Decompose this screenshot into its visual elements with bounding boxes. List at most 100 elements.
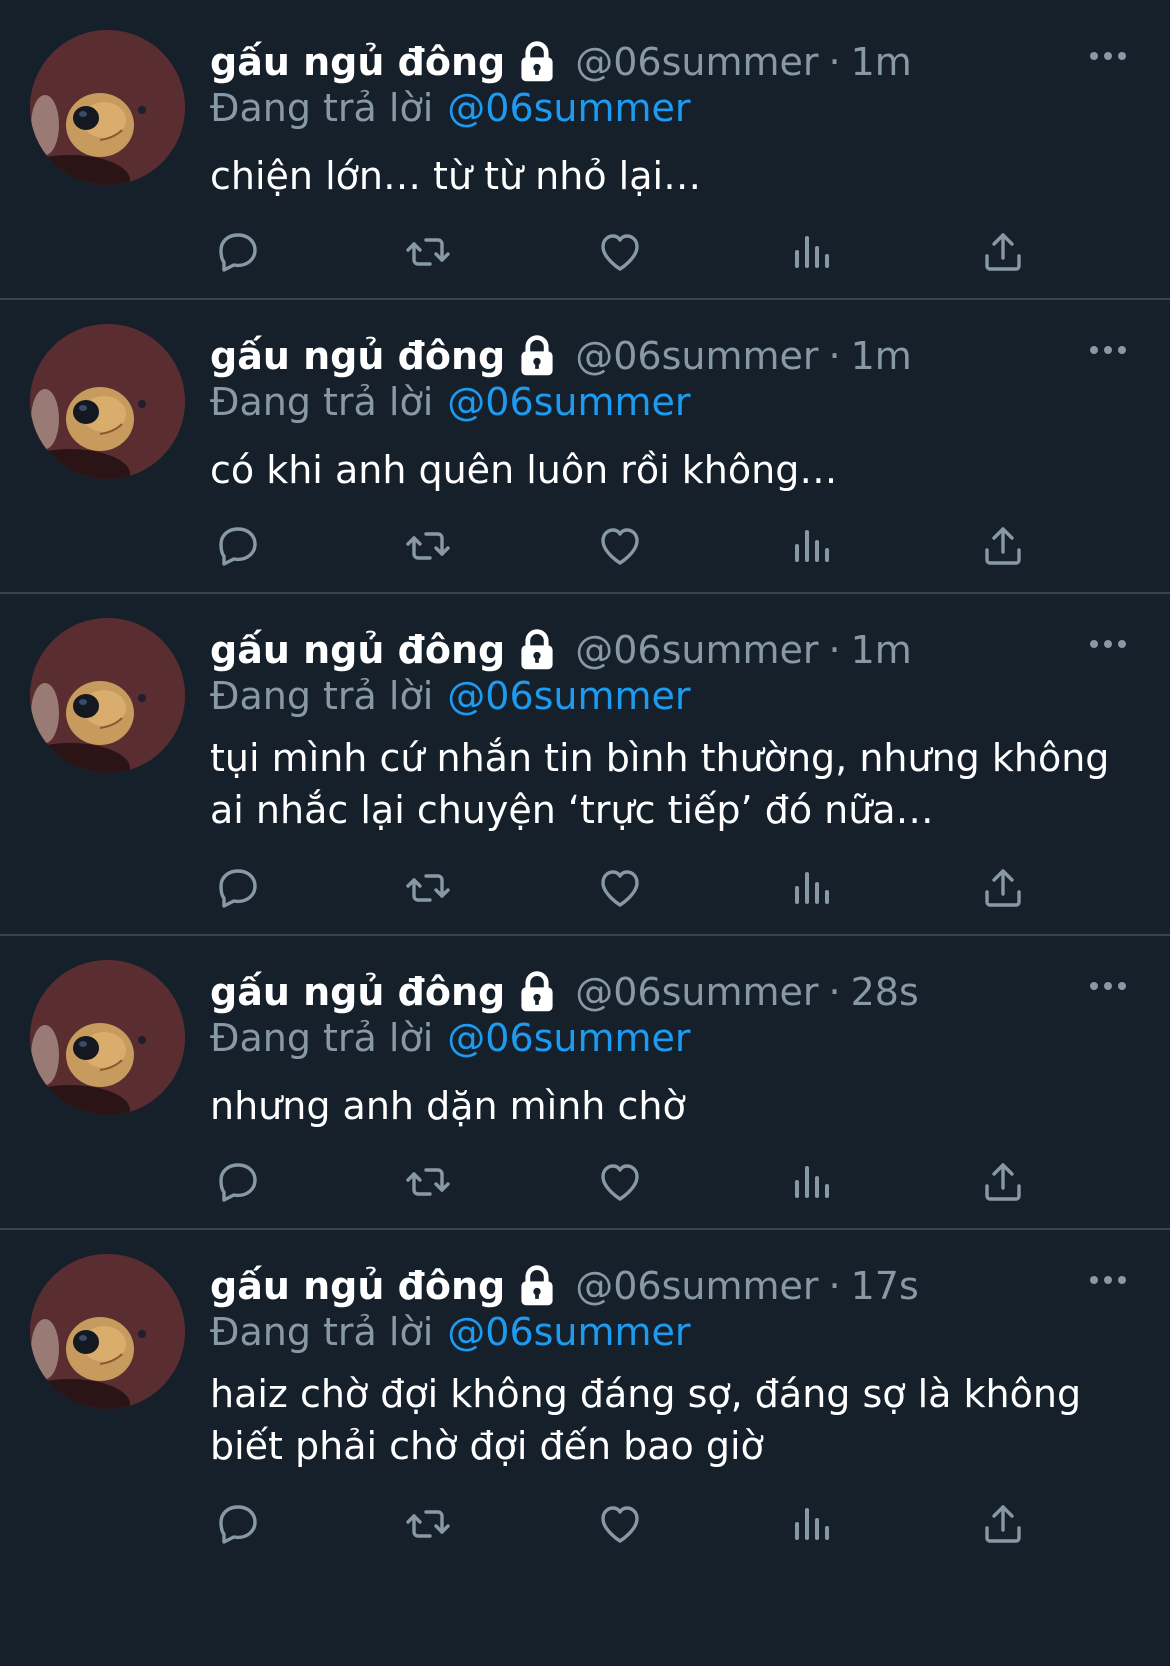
- share-button[interactable]: [975, 860, 1031, 916]
- bear-avatar-icon: [30, 618, 185, 773]
- tweet[interactable]: gấu ngủ đông @06summer · 28s Đang trả lờ…: [0, 936, 1170, 1230]
- heart-icon: [596, 228, 644, 276]
- views-button[interactable]: [783, 1154, 839, 1210]
- views-button[interactable]: [783, 860, 839, 916]
- tweet-header: gấu ngủ đông @06summer · 1m: [210, 34, 912, 90]
- tweet-text: nhưng anh dặn mình chờ: [210, 1084, 686, 1128]
- like-button[interactable]: [592, 518, 648, 574]
- like-button[interactable]: [592, 1154, 648, 1210]
- reply-to-link[interactable]: @06summer: [447, 86, 690, 130]
- reply-to-link[interactable]: @06summer: [447, 380, 690, 424]
- retweet-button[interactable]: [400, 1154, 456, 1210]
- tweet-text: haiz chờ đợi không đáng sợ, đáng sợ là k…: [210, 1372, 1082, 1468]
- lock-icon: [515, 334, 559, 378]
- tweet[interactable]: gấu ngủ đông @06summer · 1m Đang trả lời…: [0, 594, 1170, 936]
- lock-icon: [515, 628, 559, 672]
- reply-button[interactable]: [210, 1496, 266, 1552]
- reply-to-link[interactable]: @06summer: [447, 674, 690, 718]
- display-name[interactable]: gấu ngủ đông: [210, 970, 505, 1014]
- share-icon: [979, 228, 1027, 276]
- reply-button[interactable]: [210, 860, 266, 916]
- separator-dot: ·: [828, 1264, 841, 1308]
- reply-context: Đang trả lời @06summer: [210, 380, 691, 424]
- views-button[interactable]: [783, 224, 839, 280]
- display-name[interactable]: gấu ngủ đông: [210, 1264, 505, 1308]
- lock-icon: [515, 970, 559, 1014]
- more-icon[interactable]: [1086, 338, 1130, 362]
- tweet[interactable]: gấu ngủ đông @06summer · 1m Đang trả lời…: [0, 300, 1170, 594]
- reply-to-link[interactable]: @06summer: [447, 1016, 690, 1060]
- heart-icon: [596, 1500, 644, 1548]
- tweet-header: gấu ngủ đông @06summer · 1m: [210, 622, 912, 678]
- tweet-text: tụi mình cứ nhắn tin bình thường, nhưng …: [210, 736, 1110, 832]
- views-icon: [787, 1158, 835, 1206]
- reply-icon: [214, 1500, 262, 1548]
- views-icon: [787, 522, 835, 570]
- more-icon[interactable]: [1086, 1268, 1130, 1292]
- action-bar: [210, 224, 1070, 280]
- user-handle[interactable]: @06summer: [575, 970, 818, 1014]
- reply-button[interactable]: [210, 224, 266, 280]
- avatar[interactable]: [30, 618, 185, 773]
- reply-button[interactable]: [210, 518, 266, 574]
- share-button[interactable]: [975, 224, 1031, 280]
- share-button[interactable]: [975, 518, 1031, 574]
- reply-icon: [214, 228, 262, 276]
- reply-prefix: Đang trả lời: [210, 1310, 434, 1354]
- like-button[interactable]: [592, 860, 648, 916]
- share-button[interactable]: [975, 1496, 1031, 1552]
- avatar[interactable]: [30, 1254, 185, 1409]
- tweet[interactable]: gấu ngủ đông @06summer · 17s Đang trả lờ…: [0, 1230, 1170, 1666]
- reply-icon: [214, 1158, 262, 1206]
- views-button[interactable]: [783, 1496, 839, 1552]
- share-button[interactable]: [975, 1154, 1031, 1210]
- timestamp[interactable]: 1m: [851, 40, 912, 84]
- like-button[interactable]: [592, 224, 648, 280]
- retweet-icon: [404, 864, 452, 912]
- avatar[interactable]: [30, 30, 185, 185]
- tweet[interactable]: gấu ngủ đông @06summer · 1m Đang trả lời…: [0, 0, 1170, 300]
- separator-dot: ·: [828, 40, 841, 84]
- views-icon: [787, 228, 835, 276]
- avatar[interactable]: [30, 960, 185, 1115]
- reply-prefix: Đang trả lời: [210, 1016, 434, 1060]
- retweet-button[interactable]: [400, 518, 456, 574]
- more-icon[interactable]: [1086, 632, 1130, 656]
- user-handle[interactable]: @06summer: [575, 1264, 818, 1308]
- reply-button[interactable]: [210, 1154, 266, 1210]
- action-bar: [210, 518, 1070, 574]
- display-name[interactable]: gấu ngủ đông: [210, 40, 505, 84]
- retweet-button[interactable]: [400, 1496, 456, 1552]
- views-button[interactable]: [783, 518, 839, 574]
- reply-prefix: Đang trả lời: [210, 86, 434, 130]
- reply-icon: [214, 522, 262, 570]
- tweet-text: chiện lớn… từ từ nhỏ lại…: [210, 154, 702, 198]
- user-handle[interactable]: @06summer: [575, 334, 818, 378]
- lock-icon: [515, 1264, 559, 1308]
- user-handle[interactable]: @06summer: [575, 40, 818, 84]
- share-icon: [979, 1500, 1027, 1548]
- like-button[interactable]: [592, 1496, 648, 1552]
- lock-icon: [515, 40, 559, 84]
- timestamp[interactable]: 28s: [851, 970, 919, 1014]
- more-icon[interactable]: [1086, 44, 1130, 68]
- action-bar: [210, 1496, 1070, 1552]
- retweet-button[interactable]: [400, 224, 456, 280]
- timestamp[interactable]: 17s: [851, 1264, 919, 1308]
- retweet-icon: [404, 228, 452, 276]
- retweet-icon: [404, 522, 452, 570]
- reply-context: Đang trả lời @06summer: [210, 1016, 691, 1060]
- timestamp[interactable]: 1m: [851, 334, 912, 378]
- user-handle[interactable]: @06summer: [575, 628, 818, 672]
- reply-to-link[interactable]: @06summer: [447, 1310, 690, 1354]
- display-name[interactable]: gấu ngủ đông: [210, 334, 505, 378]
- heart-icon: [596, 1158, 644, 1206]
- share-icon: [979, 1158, 1027, 1206]
- bear-avatar-icon: [30, 324, 185, 479]
- more-icon[interactable]: [1086, 974, 1130, 998]
- retweet-button[interactable]: [400, 860, 456, 916]
- timestamp[interactable]: 1m: [851, 628, 912, 672]
- views-icon: [787, 1500, 835, 1548]
- avatar[interactable]: [30, 324, 185, 479]
- display-name[interactable]: gấu ngủ đông: [210, 628, 505, 672]
